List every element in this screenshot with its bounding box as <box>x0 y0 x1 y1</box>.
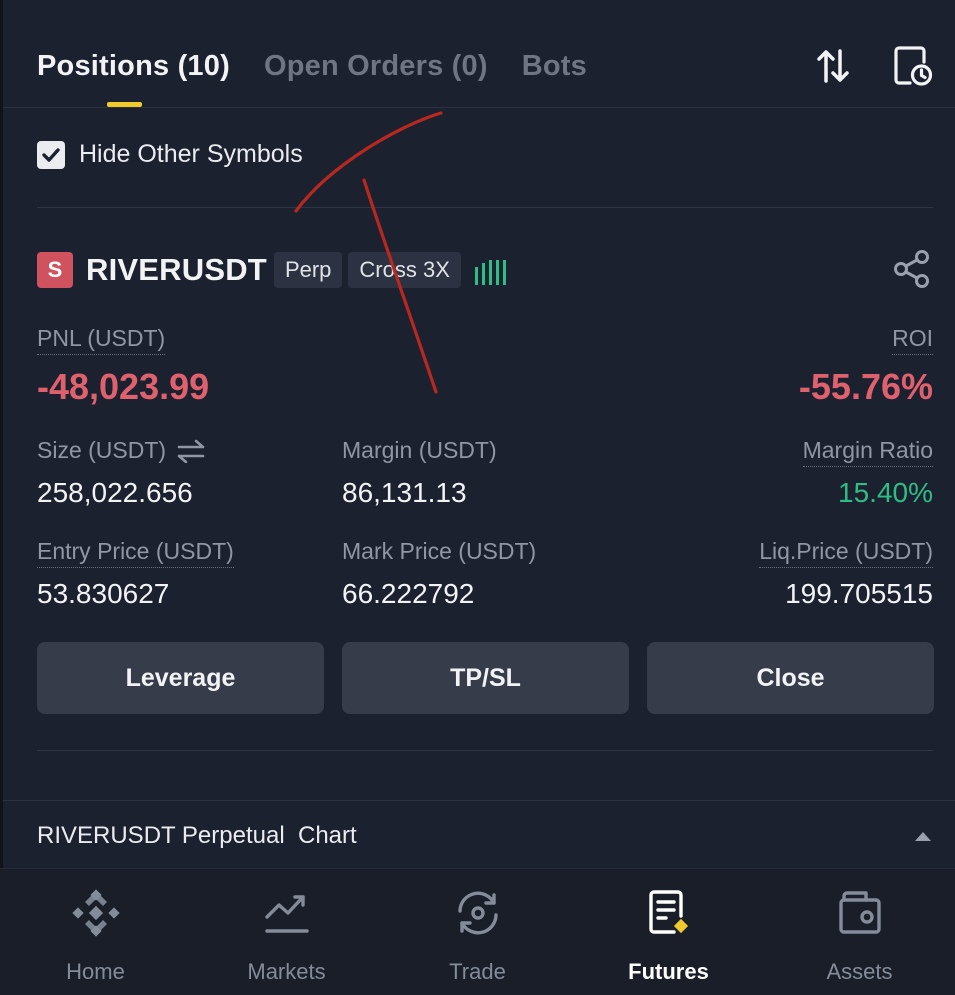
check-icon <box>42 147 60 162</box>
share-icon[interactable] <box>891 248 933 290</box>
nav-trade-label: Trade <box>449 959 506 984</box>
hide-other-checkbox[interactable] <box>37 140 65 169</box>
nav-home[interactable]: Home <box>0 869 191 995</box>
nav-assets-label: Assets <box>826 959 893 984</box>
entry-price-label[interactable]: Entry Price (USDT) <box>37 538 234 568</box>
wallet-icon <box>834 887 886 939</box>
tabs-divider <box>3 107 955 108</box>
roi-value: -55.76% <box>798 366 933 407</box>
position-divider <box>37 750 933 751</box>
close-position-button[interactable]: Close <box>647 642 934 714</box>
tab-actions <box>813 44 933 88</box>
trade-swap-icon <box>452 887 504 939</box>
tab-bots[interactable]: Bots <box>522 40 587 96</box>
positions-screen: Positions (10) Open Orders (0) Bots Hide… <box>0 0 955 995</box>
margin-ratio-value: 15.40% <box>838 477 933 508</box>
switch-unit-icon[interactable] <box>176 439 206 463</box>
nav-markets[interactable]: Markets <box>191 869 382 995</box>
nav-assets[interactable]: Assets <box>764 869 955 995</box>
tpsl-button[interactable]: TP/SL <box>342 642 629 714</box>
tab-positions[interactable]: Positions (10) <box>37 40 230 96</box>
mark-price-value: 66.222792 <box>342 578 475 609</box>
hide-other-symbols-toggle[interactable]: Hide Other Symbols <box>37 140 303 169</box>
filter-divider <box>37 207 933 208</box>
liq-price-label[interactable]: Liq.Price (USDT) <box>759 538 933 568</box>
nav-trade[interactable]: Trade <box>382 869 573 995</box>
nav-markets-label: Markets <box>247 959 326 984</box>
margin-mode-tag[interactable]: Cross 3X <box>348 252 461 288</box>
chart-section-title: RIVERUSDT Perpetual Chart <box>37 822 357 849</box>
size-label: Size (USDT) <box>37 437 167 463</box>
entry-price-value: 53.830627 <box>37 578 170 609</box>
markets-chart-icon <box>261 887 313 939</box>
bottom-nav: Home Markets Trade Futures Assets <box>0 868 955 995</box>
nav-futures[interactable]: Futures <box>573 869 764 995</box>
leverage-button[interactable]: Leverage <box>37 642 324 714</box>
position-tabs: Positions (10) Open Orders (0) Bots <box>37 40 587 100</box>
margin-value: 86,131.13 <box>342 477 467 508</box>
hide-other-label: Hide Other Symbols <box>79 140 303 168</box>
short-badge: S <box>37 252 73 288</box>
size-value: 258,022.656 <box>37 477 193 508</box>
adl-meter-icon <box>474 255 506 285</box>
size-label-group[interactable]: Size (USDT) <box>37 437 206 464</box>
pnl-label[interactable]: PNL (USDT) <box>37 325 166 355</box>
tab-open-orders[interactable]: Open Orders (0) <box>264 40 488 96</box>
binance-logo-icon <box>70 887 122 939</box>
margin-label: Margin (USDT) <box>342 437 497 463</box>
section-divider <box>3 800 955 801</box>
futures-doc-icon <box>643 887 695 939</box>
nav-futures-label: Futures <box>628 959 709 984</box>
margin-ratio-label[interactable]: Margin Ratio <box>802 437 933 467</box>
chart-section-toggle[interactable]: RIVERUSDT Perpetual Chart <box>37 815 933 857</box>
perp-tag: Perp <box>273 252 343 288</box>
chevron-up-icon[interactable] <box>913 830 933 842</box>
position-header: S RIVERUSDT Perp Cross 3X <box>37 250 506 290</box>
mark-price-label: Mark Price (USDT) <box>342 538 537 564</box>
sort-arrows-icon[interactable] <box>813 44 853 88</box>
left-edge <box>0 0 3 995</box>
pnl-value: -48,023.99 <box>37 366 210 407</box>
liq-price-value: 199.705515 <box>785 578 933 609</box>
history-clock-icon[interactable] <box>893 44 933 88</box>
symbol-name[interactable]: RIVERUSDT <box>86 252 267 288</box>
nav-home-label: Home <box>66 959 125 984</box>
roi-label[interactable]: ROI <box>892 325 933 355</box>
